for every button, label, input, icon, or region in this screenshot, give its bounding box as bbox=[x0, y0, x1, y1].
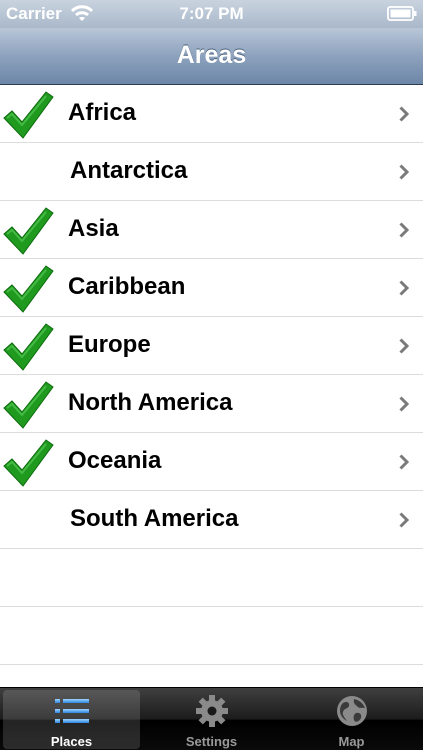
checkmark-icon bbox=[3, 381, 54, 429]
tab-places[interactable]: Places bbox=[3, 690, 140, 749]
tab-bar: Places Settings Map bbox=[0, 687, 423, 750]
checkmark-icon bbox=[3, 265, 54, 313]
tab-map[interactable]: Map bbox=[283, 690, 420, 749]
list-item-antarctica[interactable]: Antarctica bbox=[0, 143, 423, 201]
list-item-label: North America bbox=[68, 389, 233, 416]
chevron-right-icon bbox=[399, 512, 409, 528]
chevron-right-icon bbox=[399, 396, 409, 412]
status-bar: Carrier 7:07 PM bbox=[0, 0, 423, 28]
list-item-label: Asia bbox=[68, 215, 119, 242]
tab-label: Places bbox=[50, 734, 93, 749]
list-item-asia[interactable]: Asia bbox=[0, 201, 423, 259]
checkmark-icon bbox=[3, 439, 54, 487]
list-item-label: Caribbean bbox=[68, 273, 186, 300]
list-item-oceania[interactable]: Oceania bbox=[0, 433, 423, 491]
list-item-south-america[interactable]: South America bbox=[0, 491, 423, 549]
list-item-north-america[interactable]: North America bbox=[0, 375, 423, 433]
battery-icon bbox=[387, 6, 417, 21]
chevron-right-icon bbox=[399, 338, 409, 354]
empty-row bbox=[0, 607, 423, 665]
gear-icon bbox=[195, 695, 228, 727]
empty-row bbox=[0, 549, 423, 607]
chevron-right-icon bbox=[399, 164, 409, 180]
list-item-africa[interactable]: Africa bbox=[0, 85, 423, 143]
areas-table: Africa Antarctica Asia Caribbean Europe … bbox=[0, 85, 423, 687]
list-item-caribbean[interactable]: Caribbean bbox=[0, 259, 423, 317]
tab-settings[interactable]: Settings bbox=[143, 690, 280, 749]
list-item-label: Europe bbox=[68, 331, 151, 358]
page-title: Areas bbox=[176, 41, 247, 69]
list-item-europe[interactable]: Europe bbox=[0, 317, 423, 375]
chevron-right-icon bbox=[399, 106, 409, 122]
list-item-label: South America bbox=[70, 505, 239, 532]
chevron-right-icon bbox=[399, 222, 409, 238]
checkmark-icon bbox=[3, 207, 54, 255]
list-item-label: Africa bbox=[68, 99, 137, 126]
tab-label: Settings bbox=[185, 734, 238, 749]
chevron-right-icon bbox=[399, 454, 409, 470]
navigation-bar: Areas bbox=[0, 28, 423, 85]
list-icon bbox=[54, 699, 89, 723]
checkmark-icon bbox=[3, 323, 54, 371]
checkmark-icon bbox=[3, 91, 54, 139]
status-time: 7:07 PM bbox=[179, 4, 244, 23]
chevron-right-icon bbox=[399, 280, 409, 296]
list-item-label: Antarctica bbox=[70, 157, 188, 184]
list-item-label: Oceania bbox=[68, 447, 162, 474]
globe-icon bbox=[336, 696, 367, 726]
tab-label: Map bbox=[338, 734, 365, 749]
